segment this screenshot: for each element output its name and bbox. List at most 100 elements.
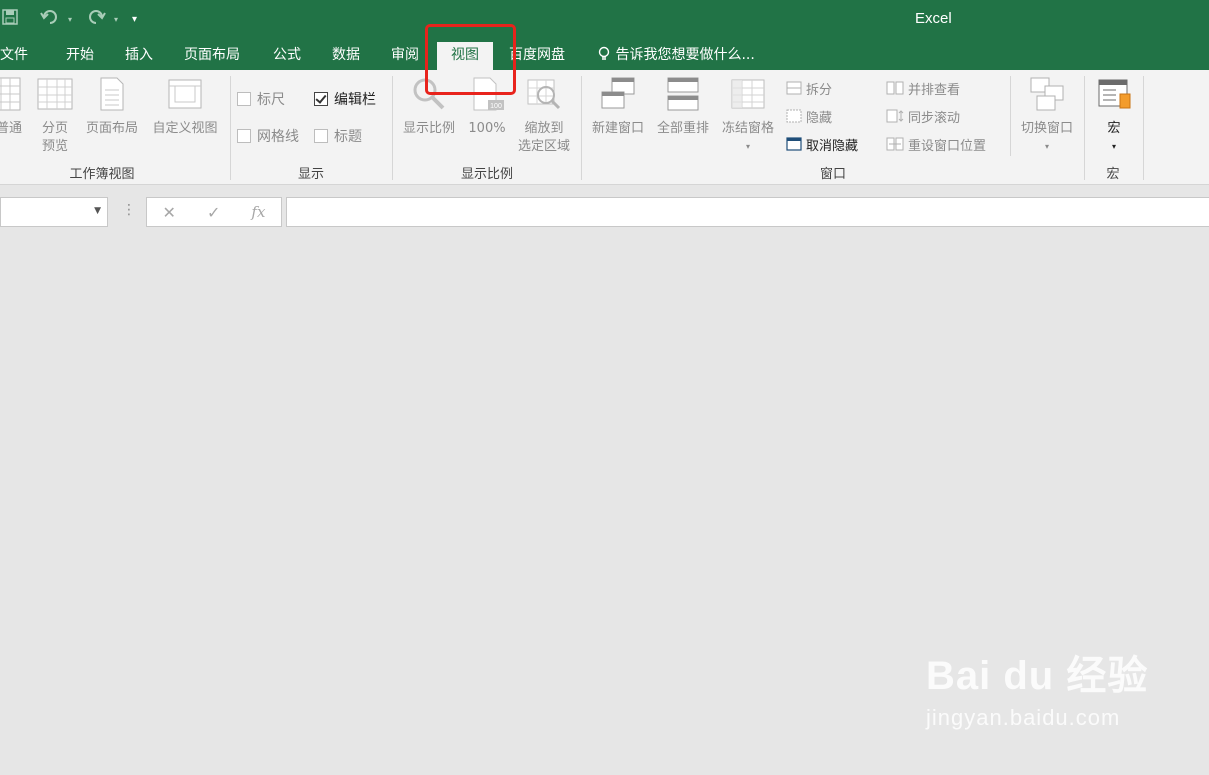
gridlines-checkbox[interactable]: 网格线 xyxy=(237,126,299,146)
gridlines-label: 网格线 xyxy=(257,129,299,145)
tab-home[interactable]: 开始 xyxy=(66,42,94,70)
switch-windows-dropdown-icon: ▾ xyxy=(1044,142,1049,151)
window-group-label: 窗口 xyxy=(819,167,846,182)
macro-icon xyxy=(1092,76,1136,118)
side-by-side-icon xyxy=(886,81,904,95)
macros-dropdown-icon: ▾ xyxy=(1111,142,1116,151)
show-group-label: 显示 xyxy=(297,167,324,182)
formula-bar-buttons: ✕ ✓ fx xyxy=(146,197,282,227)
redo-icon[interactable] xyxy=(86,9,106,29)
watermark-url: jingyan.baidu.com xyxy=(926,705,1121,730)
tab-data[interactable]: 数据 xyxy=(332,42,360,70)
new-window-label: 新建窗口 xyxy=(591,121,644,136)
group-separator xyxy=(1143,76,1144,180)
name-box-dropdown-icon[interactable]: ▼ xyxy=(94,206,101,216)
side-by-side-label: 并排查看 xyxy=(908,82,961,98)
save-icon[interactable] xyxy=(2,9,18,29)
new-window-icon xyxy=(586,76,650,118)
macros-button[interactable]: 宏 ▾ xyxy=(1092,76,1136,156)
ruler-label: 标尺 xyxy=(257,92,285,108)
undo-icon[interactable] xyxy=(40,9,60,29)
page-break-preview-icon xyxy=(36,76,74,118)
tab-insert[interactable]: 插入 xyxy=(125,42,153,70)
sync-scroll-icon xyxy=(886,109,904,123)
tab-page-layout[interactable]: 页面布局 xyxy=(184,42,240,70)
page-break-preview-button[interactable]: 分页 预览 xyxy=(36,76,74,156)
zoom-to-selection-icon xyxy=(512,76,576,118)
tab-baidu-netdisk[interactable]: 百度网盘 xyxy=(509,42,565,70)
ruler-check-icon xyxy=(237,92,251,106)
group-separator xyxy=(581,76,582,180)
hide-window-button[interactable]: 隐藏 xyxy=(786,106,832,126)
unhide-window-button[interactable]: 取消隐藏 xyxy=(786,134,858,154)
formula-bar-check-icon xyxy=(314,92,328,106)
customize-qat-icon[interactable]: ▾ xyxy=(132,14,137,25)
reset-position-icon xyxy=(886,137,904,151)
ribbon: 普通 分页 预览 页面布局 自定义视图 工作簿视图 标尺 编辑栏 网格线 标题 显… xyxy=(0,70,1209,185)
workbook-views-group-label: 工作簿视图 xyxy=(69,167,135,182)
tell-me-text: 告诉我您想要做什么... xyxy=(615,47,755,63)
undo-dropdown-icon[interactable]: ▾ xyxy=(68,15,72,24)
new-window-button[interactable]: 新建窗口 xyxy=(586,76,650,138)
arrange-all-button[interactable]: 全部重排 xyxy=(652,76,714,138)
tab-review[interactable]: 审阅 xyxy=(391,42,419,70)
hide-icon xyxy=(786,109,802,123)
watermark-brand: Bai du 经验 xyxy=(926,643,1148,701)
gridlines-check-icon xyxy=(237,129,251,143)
annotation-highlight-box xyxy=(425,24,516,95)
redo-dropdown-icon[interactable]: ▾ xyxy=(114,15,118,24)
macros-group-label: 宏 xyxy=(1106,167,1120,182)
freeze-panes-label: 冻结窗格 xyxy=(721,121,774,136)
tell-me-box[interactable]: 告诉我您想要做什么... xyxy=(597,42,755,70)
custom-views-label: 自定义视图 xyxy=(152,121,218,136)
insert-function-icon[interactable]: fx xyxy=(251,203,265,221)
switch-windows-button[interactable]: 切换窗口 ▾ xyxy=(1014,76,1080,156)
tab-file[interactable]: 文件 xyxy=(0,42,28,70)
freeze-panes-button[interactable]: 冻结窗格 ▾ xyxy=(716,76,780,156)
name-box[interactable]: ▼ xyxy=(0,197,108,227)
watermark-brand-text: Bai du 经验 xyxy=(926,654,1149,698)
unhide-icon xyxy=(786,137,802,151)
arrange-all-icon xyxy=(652,76,714,118)
formula-bar: ▼ ⋮ ✕ ✓ fx xyxy=(0,196,1209,229)
group-separator xyxy=(1084,76,1085,180)
zoom-to-selection-button[interactable]: 缩放到 选定区域 xyxy=(512,76,576,156)
enter-icon[interactable]: ✓ xyxy=(207,203,220,222)
formula-bar-grip-icon[interactable]: ⋮ xyxy=(122,202,136,218)
page-layout-view-label: 页面布局 xyxy=(85,121,138,136)
title-bar: ▾ ▾ ▾ Excel 文件 开始 插入 页面布局 公式 数据 审阅 视图 百度… xyxy=(0,0,1209,70)
headings-label: 标题 xyxy=(334,129,362,145)
switch-windows-label: 切换窗口 xyxy=(1020,121,1073,136)
app-title: Excel xyxy=(915,10,952,27)
view-side-by-side-button[interactable]: 并排查看 xyxy=(886,78,960,98)
reset-window-position-button[interactable]: 重设窗口位置 xyxy=(886,134,986,154)
split-icon xyxy=(786,81,802,95)
macros-label: 宏 xyxy=(1107,121,1121,136)
formula-input[interactable] xyxy=(286,197,1209,227)
baidu-jingyan-watermark: Bai du 经验 jingyan.baidu.com xyxy=(926,643,1148,731)
group-separator xyxy=(1010,76,1011,156)
normal-view-icon xyxy=(0,76,22,118)
zoom-to-selection-label: 缩放到 选定区域 xyxy=(517,121,570,154)
formula-bar-checkbox[interactable]: 编辑栏 xyxy=(314,89,376,109)
headings-checkbox[interactable]: 标题 xyxy=(314,126,362,146)
quick-access-toolbar: ▾ ▾ ▾ xyxy=(0,8,137,30)
custom-views-icon xyxy=(147,76,223,118)
arrange-all-label: 全部重排 xyxy=(656,121,709,136)
formula-bar-label: 编辑栏 xyxy=(334,92,376,108)
split-button[interactable]: 拆分 xyxy=(786,78,832,98)
freeze-panes-icon xyxy=(716,76,780,118)
page-layout-view-icon xyxy=(82,76,142,118)
synchronous-scrolling-button[interactable]: 同步滚动 xyxy=(886,106,960,126)
page-layout-view-button[interactable]: 页面布局 xyxy=(82,76,142,138)
svg-text:100: 100 xyxy=(490,103,502,110)
page-break-preview-label: 分页 预览 xyxy=(41,121,68,154)
normal-view-label: 普通 xyxy=(0,121,23,136)
switch-windows-icon xyxy=(1014,76,1080,118)
sync-scroll-label: 同步滚动 xyxy=(908,110,961,126)
custom-views-button[interactable]: 自定义视图 xyxy=(147,76,223,138)
ruler-checkbox[interactable]: 标尺 xyxy=(237,89,285,109)
tab-formulas[interactable]: 公式 xyxy=(273,42,301,70)
normal-view-button[interactable]: 普通 xyxy=(0,76,22,138)
cancel-icon[interactable]: ✕ xyxy=(163,203,176,222)
